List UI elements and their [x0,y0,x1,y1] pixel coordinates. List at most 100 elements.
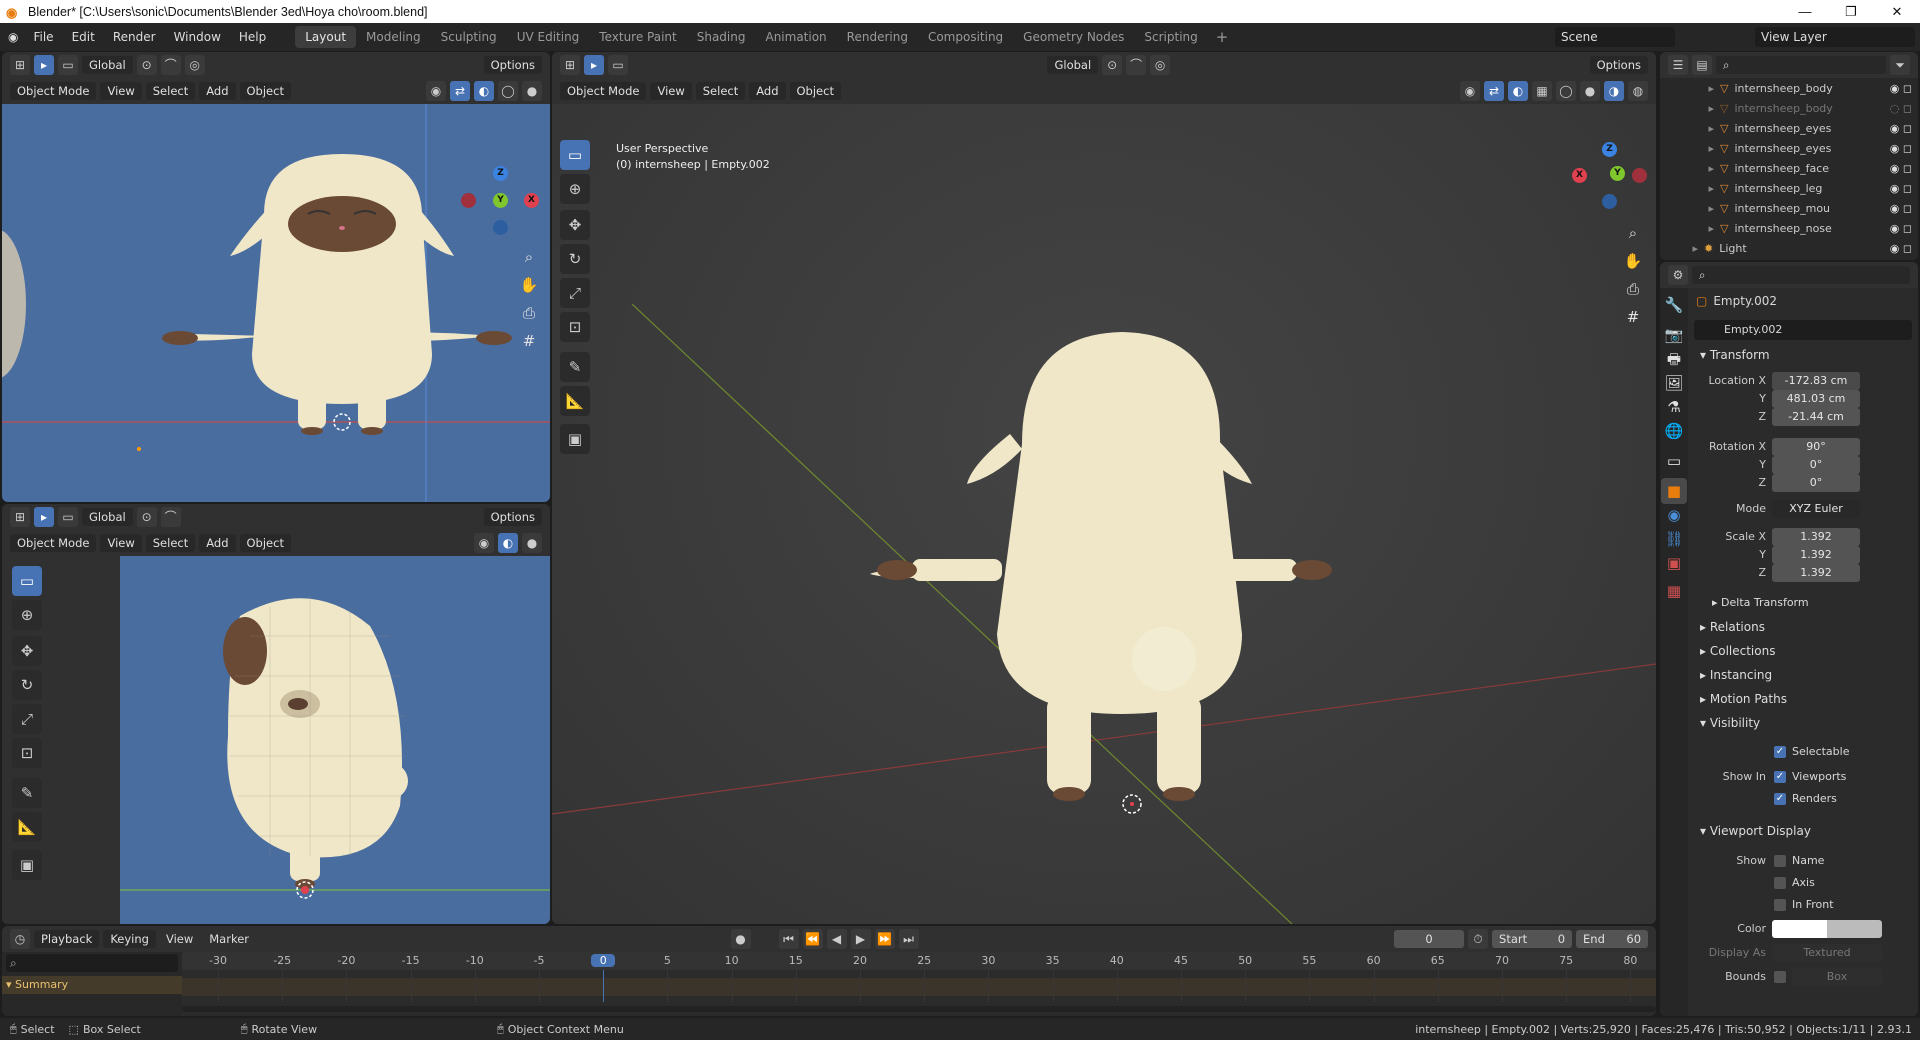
tab-scripting[interactable]: Scripting [1134,26,1207,48]
viewport-side[interactable]: ⊞ ▸ ▭ Global ⊙ ⌒ Options Object Mode Vie… [2,504,550,924]
gizmo-icon[interactable]: ⇄ [450,81,470,101]
display-mode-icon[interactable]: ▤ [1692,55,1712,75]
menu-add[interactable]: Add [199,82,236,100]
outliner-item[interactable]: ▸ ▽ internsheep_nose ◉ ◻ [1660,218,1918,238]
outliner-item[interactable]: ▸ ✹ Light ◉ ◻ [1660,238,1918,258]
jump-end-icon[interactable]: ⏭ [898,929,919,949]
visibility-icon[interactable]: ◉ [474,533,494,553]
shading-solid-icon[interactable]: ● [522,533,542,553]
collection-tab-icon[interactable]: ▭ [1661,448,1687,474]
shading-wire-icon[interactable]: ◯ [498,81,518,101]
play-reverse-icon[interactable]: ◀ [826,929,847,949]
rotation-y-field[interactable]: 0° [1772,456,1860,474]
menu-view[interactable]: View [160,932,199,946]
menu-marker[interactable]: Marker [203,932,255,946]
menu-window[interactable]: Window [165,30,230,44]
tab-modeling[interactable]: Modeling [356,26,431,48]
panel-collections-header[interactable]: ▸ Collections [1700,644,1775,658]
tab-rendering[interactable]: Rendering [837,26,918,48]
outliner-item[interactable]: ▸ ▽ internsheep_body ◌ ◻ [1660,98,1918,118]
rotation-mode-dropdown[interactable]: XYZ Euler [1772,500,1860,518]
shading-solid-icon[interactable]: ● [1580,81,1600,101]
move-tool[interactable]: ✥ [560,210,590,240]
select-mode-icon[interactable]: ▭ [608,55,628,75]
rotate-tool[interactable]: ↻ [560,244,590,274]
select-mode-icon[interactable]: ▭ [58,507,78,527]
select-tool-icon[interactable]: ▸ [34,507,54,527]
menu-help[interactable]: Help [230,30,275,44]
gizmo-z-axis[interactable]: Z [1602,142,1617,157]
grid-icon[interactable]: # [516,328,542,354]
gizmo-y-axis[interactable]: Y [493,193,508,208]
prev-key-icon[interactable]: ⏪ [802,929,823,949]
gizmo-neg-x-axis[interactable] [1632,168,1647,183]
gizmo-neg-z-axis[interactable] [493,220,508,235]
pan-hand-icon[interactable]: ✋ [1620,248,1646,274]
tool-tab-icon[interactable]: 🔧 [1661,292,1687,318]
texture-tab-icon[interactable]: ▦ [1661,578,1687,604]
mode-dropdown[interactable]: Object Mode [10,534,97,552]
editor-type-icon[interactable]: ◷ [10,929,30,949]
menu-add[interactable]: Add [749,82,786,100]
snap-icon[interactable]: ⌒ [160,55,181,75]
transform-tool[interactable]: ⊡ [560,312,590,342]
menu-object[interactable]: Object [239,534,291,552]
menu-keying[interactable]: Keying [103,930,156,948]
measure-tool[interactable]: 📐 [12,812,42,842]
bounds-checkbox[interactable] [1774,971,1786,983]
viewport-main[interactable]: ⊞ ▸ ▭ Global ⊙ ⌒ ◎ Options Object Mode V… [552,52,1656,924]
jump-start-icon[interactable]: ⏮ [778,929,799,949]
current-frame-field[interactable]: 0 [1394,930,1465,948]
select-box-tool[interactable]: ▭ [12,566,42,596]
camera-icon[interactable]: ⎙ [516,300,542,326]
data-tab-icon[interactable]: ▣ [1661,550,1687,576]
gizmo-neg-x-axis[interactable] [461,193,476,208]
shading-rendered-icon[interactable]: ◍ [1628,81,1648,101]
annotate-tool[interactable]: ✎ [12,778,42,808]
editor-type-icon[interactable]: ☰ [1668,55,1688,75]
add-workspace-button[interactable]: + [1208,28,1237,46]
view-layer-selector[interactable]: View Layer [1755,27,1915,47]
delta-transform-header[interactable]: ▸ Delta Transform [1712,596,1809,609]
menu-view[interactable]: View [100,534,142,552]
viewport-front[interactable]: ⊞ ▸ ▭ Global ⊙ ⌒ ◎ Options Object Mode V… [2,52,550,502]
mode-dropdown[interactable]: Object Mode [560,82,647,100]
editor-type-icon[interactable]: ⊞ [560,55,580,75]
menu-add[interactable]: Add [199,534,236,552]
orientation-dropdown[interactable]: Global [1047,56,1099,74]
record-icon[interactable]: ● [730,929,751,949]
zoom-icon[interactable]: ⌕ [516,244,542,270]
scene-selector[interactable]: Scene [1555,27,1675,47]
timeline-ruler[interactable]: -30 -25 -20 -15 -10 -5 0 5 10 15 20 25 30 35 40 45 50 55 6… [182,952,1656,1016]
overlay-icon[interactable]: ◐ [474,81,494,101]
bounds-dropdown[interactable]: Box [1792,968,1882,986]
viewport-canvas[interactable]: User Perspective (0) internsheep | Empty… [552,104,1656,924]
name-checkbox[interactable] [1774,855,1786,867]
pivot-icon[interactable]: ⊙ [136,55,157,75]
next-key-icon[interactable]: ⏩ [874,929,895,949]
pan-hand-icon[interactable]: ✋ [516,272,542,298]
maximize-button[interactable]: ❐ [1828,4,1874,20]
gizmo-x-axis[interactable]: X [524,193,539,208]
outliner[interactable]: ☰ ▤ ⌕ ⏷ ▸ ▽ internsheep_body ◉ ◻ ▸ ▽ intern… [1660,52,1918,260]
scale-tool[interactable]: ⤢ [12,704,42,734]
select-tool-icon[interactable]: ▸ [584,55,604,75]
move-tool[interactable]: ✥ [12,636,42,666]
scale-z-field[interactable]: 1.392 [1772,564,1860,582]
clock-icon[interactable]: ⏱ [1468,929,1489,949]
tab-texture-paint[interactable]: Texture Paint [589,26,686,48]
editor-type-icon[interactable]: ⚙ [1668,265,1688,285]
add-cube-tool[interactable]: ▣ [12,850,42,880]
timeline-scrollbar[interactable] [182,1006,1656,1012]
rotate-tool[interactable]: ↻ [12,670,42,700]
annotate-tool[interactable]: ✎ [560,352,590,382]
options-dropdown[interactable]: Options [1589,56,1648,74]
viewport-canvas[interactable]: Z Y X ⌕ ✋ ⎙ # [2,104,550,502]
grid-icon[interactable]: # [1620,304,1646,330]
pivot-icon[interactable]: ⊙ [136,507,157,527]
shading-wire-icon[interactable]: ◯ [1556,81,1576,101]
cursor-tool[interactable]: ⊕ [560,174,590,204]
visibility-icon[interactable]: ◉ [1460,81,1480,101]
outliner-item[interactable]: ▸ ▽ internsheep_leg ◉ ◻ [1660,178,1918,198]
timeline[interactable]: ◷ Playback Keying View Marker ● ⏮ ⏪ ◀ ▶ … [2,926,1656,1016]
